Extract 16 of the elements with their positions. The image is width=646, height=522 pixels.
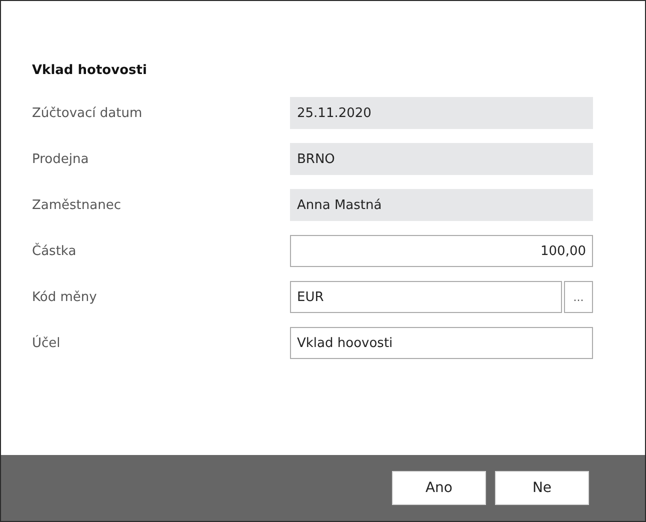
- field-label: Účel: [32, 336, 62, 350]
- dialog-title: Vklad hotovosti: [32, 63, 148, 78]
- field-label: Zúčtovací datum: [32, 106, 144, 120]
- input-field[interactable]: Vklad hoovosti: [290, 327, 593, 359]
- field-label: Kód měny: [32, 290, 98, 304]
- input-field[interactable]: 100,00: [290, 235, 593, 267]
- input-field[interactable]: BRNO: [290, 143, 593, 175]
- no-button[interactable]: Ne: [495, 471, 589, 505]
- field-label: Zaměstnanec: [32, 198, 122, 212]
- lookup-button[interactable]: ...: [564, 281, 593, 313]
- field-label: Částka: [32, 244, 78, 258]
- yes-button[interactable]: Ano: [392, 471, 486, 505]
- field-label: Prodejna: [32, 152, 90, 166]
- input-field[interactable]: Anna Mastná: [290, 189, 593, 221]
- input-field[interactable]: 25.11.2020: [290, 97, 593, 129]
- input-field[interactable]: EUR: [290, 281, 562, 313]
